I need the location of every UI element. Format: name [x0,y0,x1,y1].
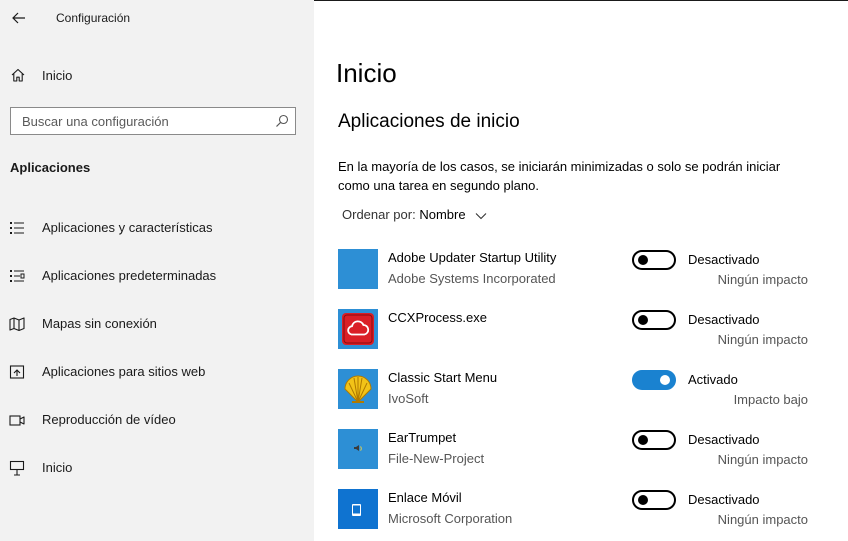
creative-cloud-logo [342,313,374,345]
toggle-knob [638,435,648,445]
startup-toggle[interactable] [632,250,676,270]
window-title: Configuración [56,11,131,25]
startup-impact: Ningún impacto [717,452,808,467]
sidebar-item-label: Reproducción de vídeo [42,412,176,427]
section-label-apps: Aplicaciones [10,160,91,175]
classic-shell-logo [344,375,372,403]
startup-toggle[interactable] [632,310,676,330]
sidebar-item-apps-features[interactable]: Aplicaciones y características [0,210,314,246]
eartrumpet-logo [354,445,362,451]
sidebar: Configuración Inicio Aplicaciones Aplica… [0,0,314,541]
sort-dropdown[interactable]: Nombre [419,207,487,222]
apps-for-websites-icon [9,365,25,379]
app-name: Adobe Updater Startup Utility [388,250,557,265]
startup-toggle[interactable] [632,490,676,510]
app-publisher: Adobe Systems Incorporated [388,271,556,286]
startup-app-row: Enlace Móvil Microsoft Corporation Desac… [338,489,808,539]
toggle-state: Desactivado [688,252,760,267]
startup-impact: Impacto bajo [733,392,808,407]
sidebar-item-video-playback[interactable]: Reproducción de vídeo [0,402,314,438]
toggle-knob [638,255,648,265]
startup-app-row: EarTrumpet File-New-Project Desactivado … [338,429,808,479]
startup-icon [9,460,25,476]
chevron-down-icon [475,212,487,219]
search-input[interactable] [11,108,272,134]
sort-control: Ordenar por: Nombre [342,207,487,222]
sidebar-item-default-apps[interactable]: Aplicaciones predeterminadas [0,258,314,294]
offline-maps-icon [9,317,25,332]
page-title: Inicio [336,58,397,88]
home-label: Inicio [42,68,73,83]
app-name: Enlace Móvil [388,490,462,505]
startup-impact: Ningún impacto [717,272,808,287]
adobe-updater-icon [338,249,378,289]
startup-app-row: CCXProcess.exe Desactivado Ningún impact… [338,309,808,359]
sidebar-item-startup[interactable]: Inicio [0,450,314,486]
sidebar-item-label: Aplicaciones predeterminadas [42,268,217,283]
sort-label: Ordenar por: [342,207,416,222]
app-publisher: File-New-Project [388,451,485,466]
main-content: Inicio Aplicaciones de inicio En la mayo… [314,0,848,541]
startup-impact: Ningún impacto [717,512,808,527]
search-icon[interactable] [275,114,289,128]
app-publisher: IvoSoft [388,391,429,406]
startup-toggle[interactable] [632,370,676,390]
sidebar-item-label: Inicio [42,460,73,475]
sidebar-item-label: Aplicaciones y características [42,220,213,235]
sidebar-item-label: Aplicaciones para sitios web [42,364,206,379]
app-name: CCXProcess.exe [388,310,487,325]
app-publisher: Microsoft Corporation [388,511,513,526]
home-icon [11,68,25,82]
classic-shell-icon [338,369,378,409]
back-button[interactable] [6,4,32,32]
toggle-knob [638,495,648,505]
toggle-state: Desactivado [688,312,760,327]
description-text: En la mayoría de los casos, se iniciarán… [338,159,781,193]
startup-app-row: Adobe Updater Startup Utility Adobe Syst… [338,249,808,299]
sidebar-item-label: Mapas sin conexión [42,316,157,331]
your-phone-logo [352,504,361,516]
settings-search-box[interactable] [10,107,296,135]
eartrumpet-icon [338,429,378,469]
your-phone-icon [338,489,378,529]
creative-cloud-icon [338,309,378,349]
back-arrow-icon [12,12,25,24]
sidebar-item-apps-for-websites[interactable]: Aplicaciones para sitios web [0,354,314,390]
sidebar-item-offline-maps[interactable]: Mapas sin conexión [0,306,314,342]
app-name: EarTrumpet [388,430,457,445]
sort-value: Nombre [419,207,466,222]
toggle-state: Desactivado [688,432,760,447]
sidebar-home-link[interactable]: Inicio [0,60,314,90]
app-name: Classic Start Menu [388,370,498,385]
startup-impact: Ningún impacto [717,332,808,347]
startup-app-row: Classic Start Menu IvoSoft Activado Impa… [338,369,808,419]
toggle-state: Activado [688,372,738,387]
startup-toggle[interactable] [632,430,676,450]
apps-features-icon [10,222,24,234]
toggle-knob [638,315,648,325]
toggle-state: Desactivado [688,492,760,507]
video-playback-icon [9,415,25,426]
section-title: Aplicaciones de inicio [338,111,520,132]
default-apps-icon [10,270,25,282]
toggle-knob [660,375,670,385]
